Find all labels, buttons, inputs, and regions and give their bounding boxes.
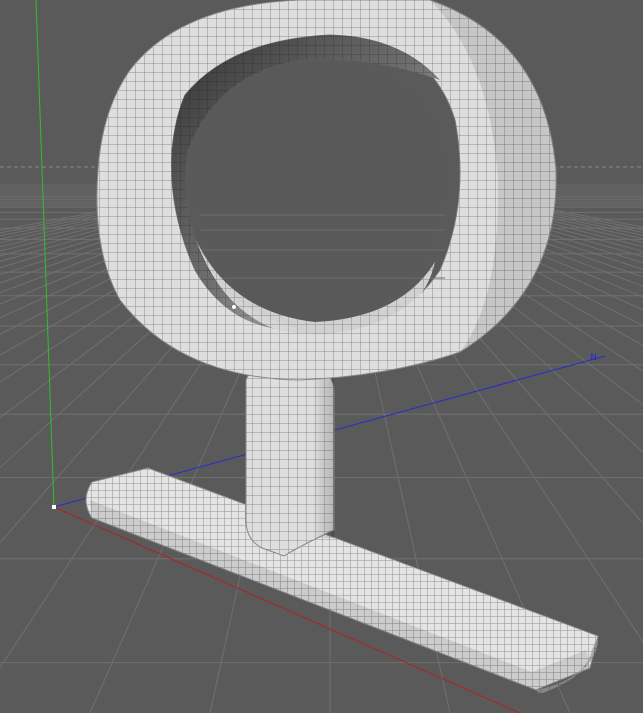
omega-ring <box>96 0 557 381</box>
3d-viewport[interactable]: N <box>0 0 643 713</box>
omega-base-bar <box>85 467 599 694</box>
vertex-point <box>232 305 236 309</box>
world-origin-marker <box>52 505 56 509</box>
viewport-scene[interactable]: N <box>0 0 643 713</box>
omega-stem <box>245 369 335 557</box>
z-axis-label: N <box>590 353 597 363</box>
